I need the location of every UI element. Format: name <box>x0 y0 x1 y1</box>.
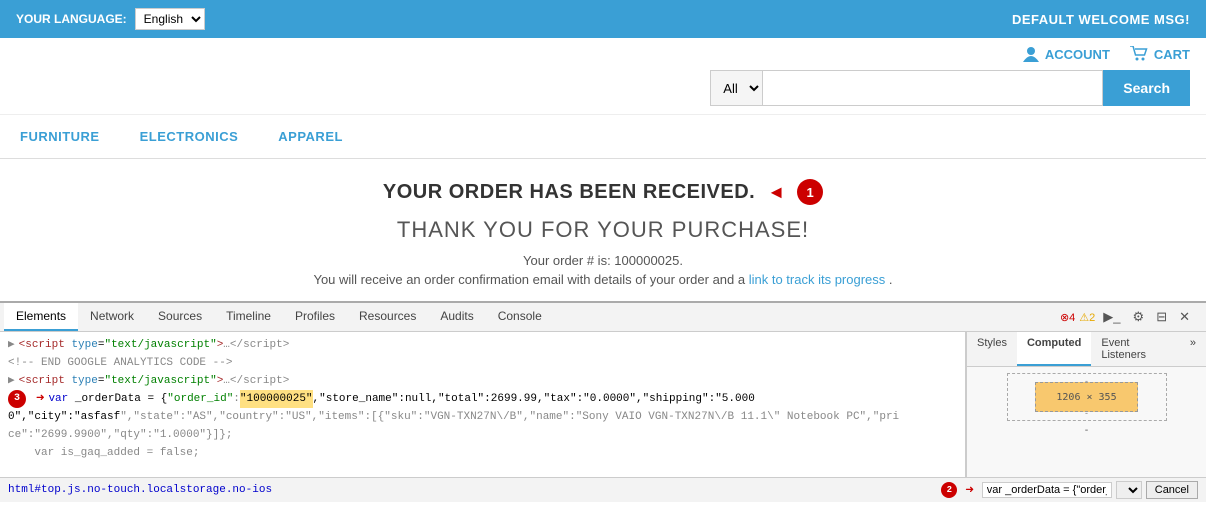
search-category-select[interactable]: All <box>710 70 763 106</box>
sidebar-tab-more[interactable]: » <box>1180 332 1206 366</box>
language-select[interactable]: English <box>135 8 205 30</box>
sidebar-tabs: Styles Computed Event Listeners » <box>967 332 1206 367</box>
dim-top: - <box>1085 376 1088 386</box>
devtools-tab-elements[interactable]: Elements <box>4 303 78 331</box>
devtools-tab-profiles[interactable]: Profiles <box>283 303 347 331</box>
devtools-bottom-bar: html#top.js.no-touch.localstorage.no-ios… <box>0 477 1206 502</box>
bottom-filter: 2 ➜ Cancel <box>941 481 1198 499</box>
devtools-icons: ⊗4 ⚠2 ▶_ ⚙ ⊟ ✕ <box>1060 307 1202 327</box>
devtools-elements-panel: ▶ <script type="text/javascript" >…</scr… <box>0 332 966 477</box>
warn-badge: ⚠2 <box>1079 311 1095 324</box>
sidebar-tab-event-listeners[interactable]: Event Listeners <box>1091 332 1180 366</box>
arrow-left-icon: ◄ <box>767 182 785 203</box>
search-button[interactable]: Search <box>1103 70 1190 106</box>
devtools-settings-btn[interactable]: ⚙ <box>1129 307 1149 327</box>
bottom-path: html#top.js.no-touch.localstorage.no-ios <box>8 484 933 496</box>
welcome-message: DEFAULT WELCOME MSG! <box>1012 12 1190 27</box>
arrow-3: ➜ <box>36 390 44 408</box>
badge-2: 2 <box>941 482 957 498</box>
cart-link[interactable]: CART <box>1130 46 1190 62</box>
error-badge: ⊗4 <box>1060 311 1075 324</box>
devtools-tab-network[interactable]: Network <box>78 303 146 331</box>
devtools-panel: Elements Network Sources Timeline Profil… <box>0 301 1206 502</box>
thank-you-message: THANK YOU FOR YOUR PURCHASE! <box>16 217 1190 243</box>
nav-item-furniture[interactable]: FURNITURE <box>16 115 104 158</box>
devtools-line-6: ce":"2699.9900","qty":"1.0000"}]}; <box>8 426 957 444</box>
badge-3: 3 <box>8 390 26 408</box>
devtools-tab-resources[interactable]: Resources <box>347 303 428 331</box>
dimension-box: - 1206 × 355 - - <box>973 373 1200 436</box>
main-content: YOUR ORDER HAS BEEN RECEIVED. ◄ 1 THANK … <box>0 159 1206 301</box>
devtools-line-4: 3 ➜ var _orderData = {"order_id":"100000… <box>8 390 957 408</box>
devtools-body: ▶ <script type="text/javascript" >…</scr… <box>0 332 1206 477</box>
header: ACCOUNT CART All Search <box>0 38 1206 115</box>
language-selector: YOUR LANGUAGE: English <box>16 8 205 30</box>
devtools-tab-console[interactable]: Console <box>486 303 554 331</box>
sidebar-tab-styles[interactable]: Styles <box>967 332 1017 366</box>
nav-item-electronics[interactable]: ELECTRONICS <box>136 115 243 158</box>
filter-select[interactable] <box>1116 481 1142 499</box>
language-label: YOUR LANGUAGE: <box>16 12 127 26</box>
sidebar-tab-computed[interactable]: Computed <box>1017 332 1091 366</box>
devtools-terminal-btn[interactable]: ▶_ <box>1099 307 1124 327</box>
sidebar-content: - 1206 × 355 - - <box>967 367 1206 477</box>
dim-bottom: - <box>1085 408 1088 418</box>
order-confirmation-info: You will receive an order confirmation e… <box>16 272 1190 287</box>
badge-1: 1 <box>797 179 823 205</box>
dim-center: - <box>1083 425 1089 436</box>
arrow-2: ➜ <box>965 482 973 499</box>
nav-bar: FURNITURE ELECTRONICS APPAREL <box>0 115 1206 159</box>
devtools-tabs: Elements Network Sources Timeline Profil… <box>0 303 1206 332</box>
devtools-tab-sources[interactable]: Sources <box>146 303 214 331</box>
search-input[interactable] <box>763 70 1103 106</box>
devtools-tab-timeline[interactable]: Timeline <box>214 303 283 331</box>
order-received-title: YOUR ORDER HAS BEEN RECEIVED. <box>383 181 755 204</box>
cancel-button[interactable]: Cancel <box>1146 481 1198 499</box>
box-outer: - 1206 × 355 - <box>1007 373 1167 421</box>
devtools-line-2: <!-- END GOOGLE ANALYTICS CODE --> <box>8 354 957 372</box>
cart-icon <box>1130 46 1148 62</box>
filter-input[interactable] <box>982 482 1112 498</box>
order-received-row: YOUR ORDER HAS BEEN RECEIVED. ◄ 1 <box>16 179 1190 205</box>
order-number-info: Your order # is: 100000025. <box>16 253 1190 268</box>
devtools-sidebar: Styles Computed Event Listeners » - 1206… <box>966 332 1206 477</box>
search-bar: All Search <box>710 70 1190 106</box>
devtools-tab-audits[interactable]: Audits <box>428 303 485 331</box>
header-actions: ACCOUNT CART <box>1023 46 1190 62</box>
track-progress-link[interactable]: link to track its progress <box>749 272 886 287</box>
devtools-close-btn[interactable]: ✕ <box>1175 307 1194 327</box>
top-bar: YOUR LANGUAGE: English DEFAULT WELCOME M… <box>0 0 1206 38</box>
devtools-line-3: ▶ <script type="text/javascript" >…</scr… <box>8 372 957 390</box>
devtools-dock-btn[interactable]: ⊟ <box>1152 307 1171 327</box>
nav-item-apparel[interactable]: APPAREL <box>274 115 347 158</box>
account-link[interactable]: ACCOUNT <box>1023 46 1110 62</box>
account-icon <box>1023 46 1039 62</box>
dimension-label: 1206 × 355 <box>1056 392 1116 403</box>
devtools-line-5: 0","city":"asfasf ","state":"AS","countr… <box>8 408 957 426</box>
devtools-line-7: var is_gaq_added = false; <box>8 444 957 462</box>
devtools-line-1: ▶ <script type="text/javascript" >…</scr… <box>8 336 957 354</box>
